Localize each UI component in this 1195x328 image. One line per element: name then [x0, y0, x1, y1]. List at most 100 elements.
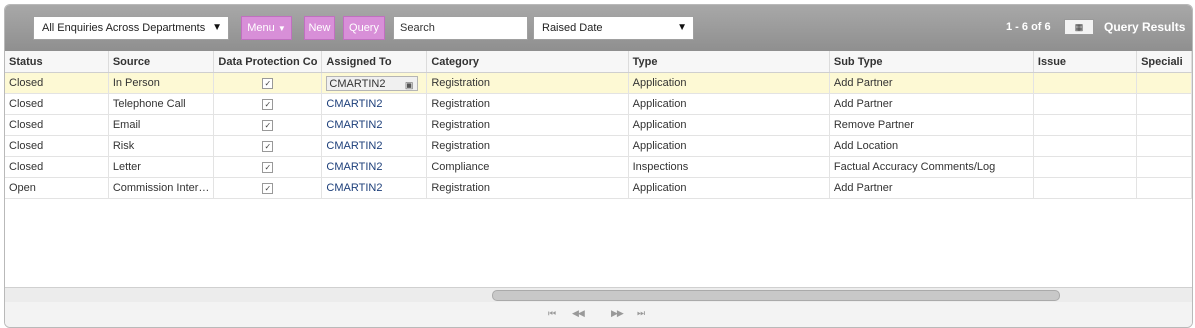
category-cell: Registration: [426, 72, 629, 94]
checkbox-checked-icon[interactable]: ✓: [262, 99, 274, 110]
chevron-down-icon: ▼: [277, 24, 286, 33]
issue-cell: [1033, 156, 1138, 178]
table-row[interactable]: Closed Email ✓ CMARTIN2 Registration App…: [5, 114, 1192, 136]
assigned-to-input[interactable]: CMARTIN2 ▣: [326, 75, 419, 93]
checkbox-checked-icon[interactable]: ✓: [262, 162, 274, 173]
specialism-cell: [1136, 114, 1192, 136]
dropdown-arrow-icon: ▼: [677, 22, 687, 33]
query-results-toggle-icon[interactable]: ▦: [1064, 19, 1094, 35]
lookup-icon[interactable]: ▣: [405, 78, 414, 93]
data-protection-cell: ✓: [213, 72, 323, 94]
menu-button-label: Menu: [247, 22, 275, 34]
issue-cell: [1033, 114, 1138, 136]
new-button[interactable]: New: [304, 16, 335, 40]
column-header[interactable]: Assigned To: [321, 51, 428, 73]
result-count: 1 - 6 of 6: [1006, 21, 1051, 33]
source-cell: Email: [108, 114, 215, 136]
category-cell: Registration: [426, 135, 629, 157]
specialism-cell: [1136, 177, 1192, 199]
scrollbar-thumb[interactable]: [492, 290, 1060, 301]
column-header[interactable]: Data Protection Co: [213, 51, 323, 73]
source-cell: In Person: [108, 72, 215, 94]
issue-cell: [1033, 135, 1138, 157]
column-header[interactable]: Speciali: [1136, 51, 1192, 73]
table-row[interactable]: Closed Risk ✓ CMARTIN2 Registration Appl…: [5, 135, 1192, 157]
source-cell: Commission Inter…: [108, 177, 215, 199]
type-cell: Application: [628, 93, 830, 115]
data-protection-cell: ✓: [213, 177, 323, 199]
assigned-to-cell[interactable]: CMARTIN2: [321, 156, 428, 178]
checkbox-checked-icon[interactable]: ✓: [262, 183, 274, 194]
sub-type-cell: Add Location: [829, 135, 1034, 157]
specialism-cell: [1136, 135, 1192, 157]
assigned-to-cell[interactable]: CMARTIN2: [321, 135, 428, 157]
type-cell: Inspections: [628, 156, 830, 178]
table-row[interactable]: Closed Letter ✓ CMARTIN2 Compliance Insp…: [5, 156, 1192, 178]
column-header[interactable]: Issue: [1033, 51, 1138, 73]
type-cell: Application: [628, 135, 830, 157]
issue-cell: [1033, 177, 1138, 199]
data-protection-cell: ✓: [213, 93, 323, 115]
last-page-icon[interactable]: ⏭: [637, 308, 645, 319]
column-header[interactable]: Type: [628, 51, 830, 73]
assigned-to-cell[interactable]: CMARTIN2: [321, 177, 428, 199]
table-row[interactable]: Closed Telephone Call ✓ CMARTIN2 Registr…: [5, 93, 1192, 115]
sub-type-cell: Add Partner: [829, 93, 1034, 115]
data-protection-cell: ✓: [213, 135, 323, 157]
status-cell: Closed: [5, 156, 109, 178]
type-cell: Application: [628, 177, 830, 199]
status-cell: Closed: [5, 114, 109, 136]
results-table: Status Source Data Protection Co Assigne…: [5, 51, 1192, 199]
specialism-cell: [1136, 72, 1192, 94]
column-header[interactable]: Status: [5, 51, 109, 73]
header-row: Status Source Data Protection Co Assigne…: [5, 51, 1192, 73]
assigned-to-cell[interactable]: CMARTIN2: [321, 114, 428, 136]
category-cell: Registration: [426, 93, 629, 115]
dropdown-arrow-icon: ▼: [212, 22, 222, 33]
source-cell: Telephone Call: [108, 93, 215, 115]
toolbar: All Enquiries Across Departments ▼ Menu …: [5, 5, 1192, 51]
checkbox-checked-icon[interactable]: ✓: [262, 120, 274, 131]
column-header[interactable]: Sub Type: [829, 51, 1034, 73]
issue-cell: [1033, 93, 1138, 115]
category-cell: Compliance: [426, 156, 629, 178]
results-grid: Status Source Data Protection Co Assigne…: [5, 51, 1192, 287]
status-cell: Closed: [5, 93, 109, 115]
category-cell: Registration: [426, 114, 629, 136]
column-header[interactable]: Category: [426, 51, 629, 73]
source-cell: Risk: [108, 135, 215, 157]
sort-select-label: Raised Date: [542, 22, 603, 34]
sub-type-cell: Add Partner: [829, 72, 1034, 94]
status-cell: Closed: [5, 135, 109, 157]
sort-select[interactable]: Raised Date ▼: [533, 16, 694, 40]
status-cell: Open: [5, 177, 109, 199]
column-header[interactable]: Source: [108, 51, 215, 73]
previous-page-icon[interactable]: ◀◀: [572, 308, 585, 319]
query-button[interactable]: Query: [343, 16, 385, 40]
data-protection-cell: ✓: [213, 156, 323, 178]
assigned-to-cell[interactable]: CMARTIN2: [321, 93, 428, 115]
specialism-cell: [1136, 93, 1192, 115]
table-row[interactable]: Closed In Person ✓ CMARTIN2 ▣ Registrati…: [5, 72, 1192, 94]
checkbox-checked-icon[interactable]: ✓: [262, 141, 274, 152]
type-cell: Application: [628, 114, 830, 136]
sub-type-cell: Remove Partner: [829, 114, 1034, 136]
next-page-icon[interactable]: ▶▶: [611, 308, 624, 319]
issue-cell: [1033, 72, 1138, 94]
view-select[interactable]: All Enquiries Across Departments ▼: [33, 16, 229, 40]
enquiries-panel: All Enquiries Across Departments ▼ Menu …: [4, 4, 1193, 328]
first-page-icon[interactable]: ⏮: [548, 308, 556, 319]
query-results-label[interactable]: Query Results: [1104, 20, 1185, 34]
source-cell: Letter: [108, 156, 215, 178]
checkbox-checked-icon[interactable]: ✓: [262, 78, 274, 89]
data-protection-cell: ✓: [213, 114, 323, 136]
search-input[interactable]: [393, 16, 528, 40]
assigned-to-cell: CMARTIN2 ▣: [321, 72, 428, 94]
sub-type-cell: Factual Accuracy Comments/Log: [829, 156, 1034, 178]
horizontal-scrollbar[interactable]: [5, 287, 1192, 302]
specialism-cell: [1136, 156, 1192, 178]
view-select-label: All Enquiries Across Departments: [42, 22, 206, 34]
table-row[interactable]: Open Commission Inter… ✓ CMARTIN2 Regist…: [5, 177, 1192, 199]
sub-type-cell: Add Partner: [829, 177, 1034, 199]
menu-button[interactable]: Menu ▼: [241, 16, 292, 40]
